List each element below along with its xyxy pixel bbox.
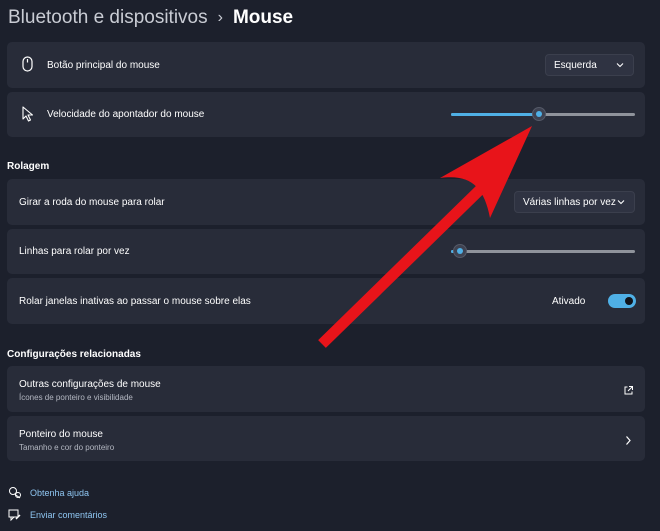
chevron-down-icon [615,60,625,73]
pointer-icon [21,106,35,127]
primary-button-dropdown[interactable]: Esquerda [545,54,634,76]
wheel-scroll-value: Várias linhas por vez [523,196,616,208]
help-icon [8,486,22,500]
scrolling-section-title: Rolagem [7,161,50,172]
related-item-title: Outras configurações de mouse [19,379,161,390]
feedback-link-label: Enviar comentários [30,510,108,520]
inactive-windows-toggle[interactable] [608,294,636,308]
chevron-down-icon [616,197,626,210]
inactive-windows-setting: Rolar janelas inativas ao passar o mouse… [7,278,645,324]
related-item-title: Ponteiro do mouse [19,429,103,440]
help-link-label: Obtenha ajuda [30,488,90,498]
wheel-scroll-dropdown[interactable]: Várias linhas por vez [514,191,635,213]
help-link[interactable]: Obtenha ajuda [8,486,89,500]
related-item-mouse-pointer[interactable]: Ponteiro do mouse Tamanho e cor do ponte… [7,416,645,461]
toggle-knob [625,297,633,305]
lines-per-scroll-setting: Linhas para rolar por vez [7,229,645,274]
inactive-windows-label: Rolar janelas inativas ao passar o mouse… [19,296,251,307]
external-link-icon [623,383,634,401]
pointer-speed-slider[interactable] [451,107,635,121]
lines-per-scroll-slider[interactable] [451,244,635,258]
breadcrumb: Bluetooth e dispositivos › Mouse [8,4,293,32]
feedback-link[interactable]: Enviar comentários [8,508,107,522]
wheel-scroll-setting: Girar a roda do mouse para rolar Várias … [7,179,645,225]
lines-per-scroll-label: Linhas para rolar por vez [19,246,130,257]
primary-button-label: Botão principal do mouse [47,60,160,71]
feedback-icon [8,508,22,522]
pointer-speed-fill [451,113,540,116]
breadcrumb-separator: › [217,9,223,26]
pointer-speed-thumb[interactable] [532,107,547,121]
wheel-scroll-label: Girar a roda do mouse para rolar [19,197,165,208]
pointer-speed-setting: Velocidade do apontador do mouse [7,92,645,137]
page-title: Mouse [232,7,294,28]
primary-button-value: Esquerda [554,59,597,71]
breadcrumb-parent[interactable]: Bluetooth e dispositivos [8,7,208,29]
inactive-windows-state: Ativado [552,296,586,307]
related-item-subtitle: Tamanho e cor do ponteiro [19,443,115,452]
pointer-speed-label: Velocidade do apontador do mouse [47,109,205,120]
lines-per-scroll-thumb[interactable] [453,244,468,258]
chevron-right-icon [624,433,632,451]
related-item-subtitle: Ícones de ponteiro e visibilidade [19,393,133,402]
related-item-mouse-settings[interactable]: Outras configurações de mouse Ícones de … [7,366,645,412]
primary-button-setting: Botão principal do mouse Esquerda [7,42,645,88]
related-section-title: Configurações relacionadas [7,349,141,360]
mouse-icon [22,56,33,77]
